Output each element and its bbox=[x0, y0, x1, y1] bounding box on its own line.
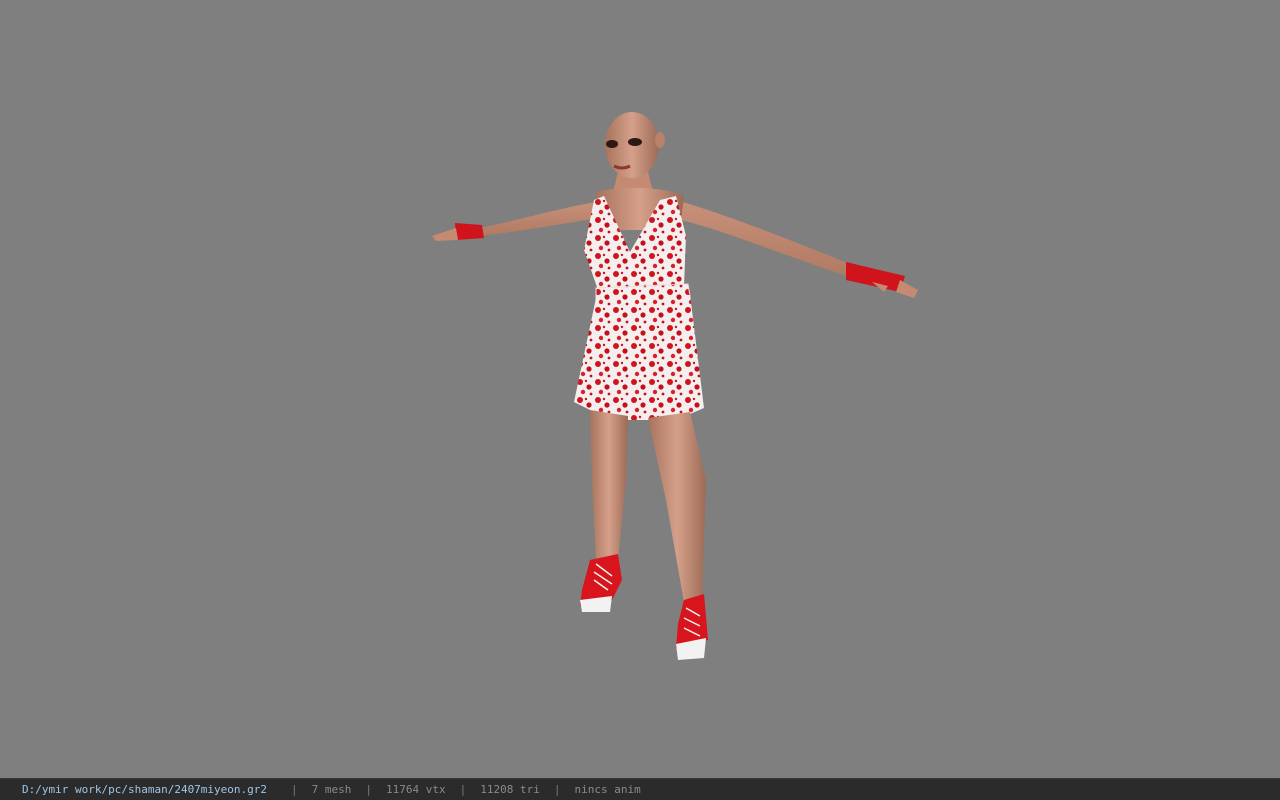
separator: | bbox=[459, 783, 467, 796]
mesh-count: 7 mesh bbox=[311, 783, 352, 796]
left-shoe bbox=[580, 554, 622, 612]
head bbox=[605, 112, 665, 178]
3d-viewport[interactable] bbox=[0, 0, 1280, 778]
left-arm bbox=[432, 200, 612, 241]
triangle-count: 11208 tri bbox=[480, 783, 540, 796]
model-path: D:/ymir work/pc/shaman/2407miyeon.gr2 bbox=[22, 783, 268, 796]
right-shoe bbox=[676, 594, 708, 660]
animation-status: nincs anim bbox=[574, 783, 641, 796]
right-arm bbox=[672, 200, 918, 298]
character-model bbox=[432, 112, 918, 660]
status-bar: D:/ymir work/pc/shaman/2407miyeon.gr2 | … bbox=[0, 778, 1280, 800]
vertex-count: 11764 vtx bbox=[386, 783, 446, 796]
separator: | bbox=[553, 783, 561, 796]
separator: | bbox=[291, 783, 298, 796]
separator: | bbox=[365, 783, 373, 796]
